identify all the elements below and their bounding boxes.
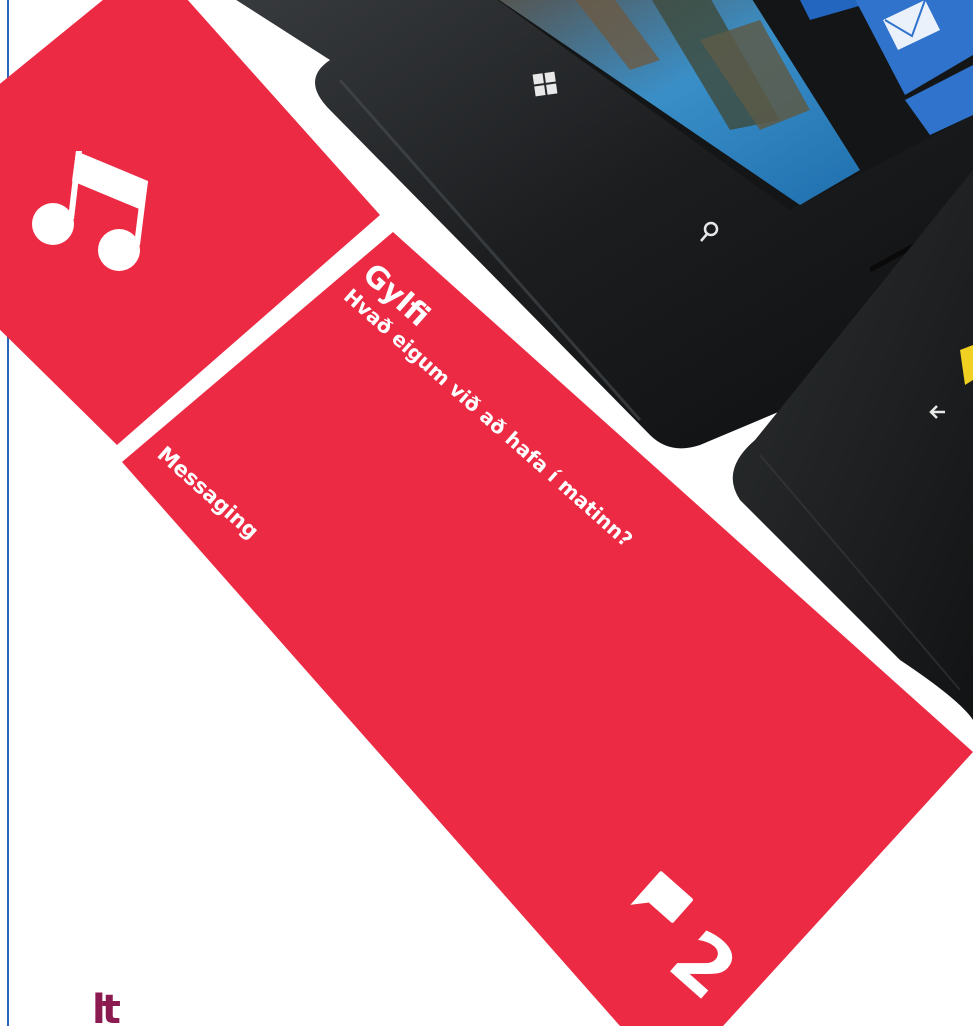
publisher-logo: lt [92,987,121,1033]
tablet-scene: Gylfi Hvað eigum við að hafa í matinn? M… [0,0,973,1026]
